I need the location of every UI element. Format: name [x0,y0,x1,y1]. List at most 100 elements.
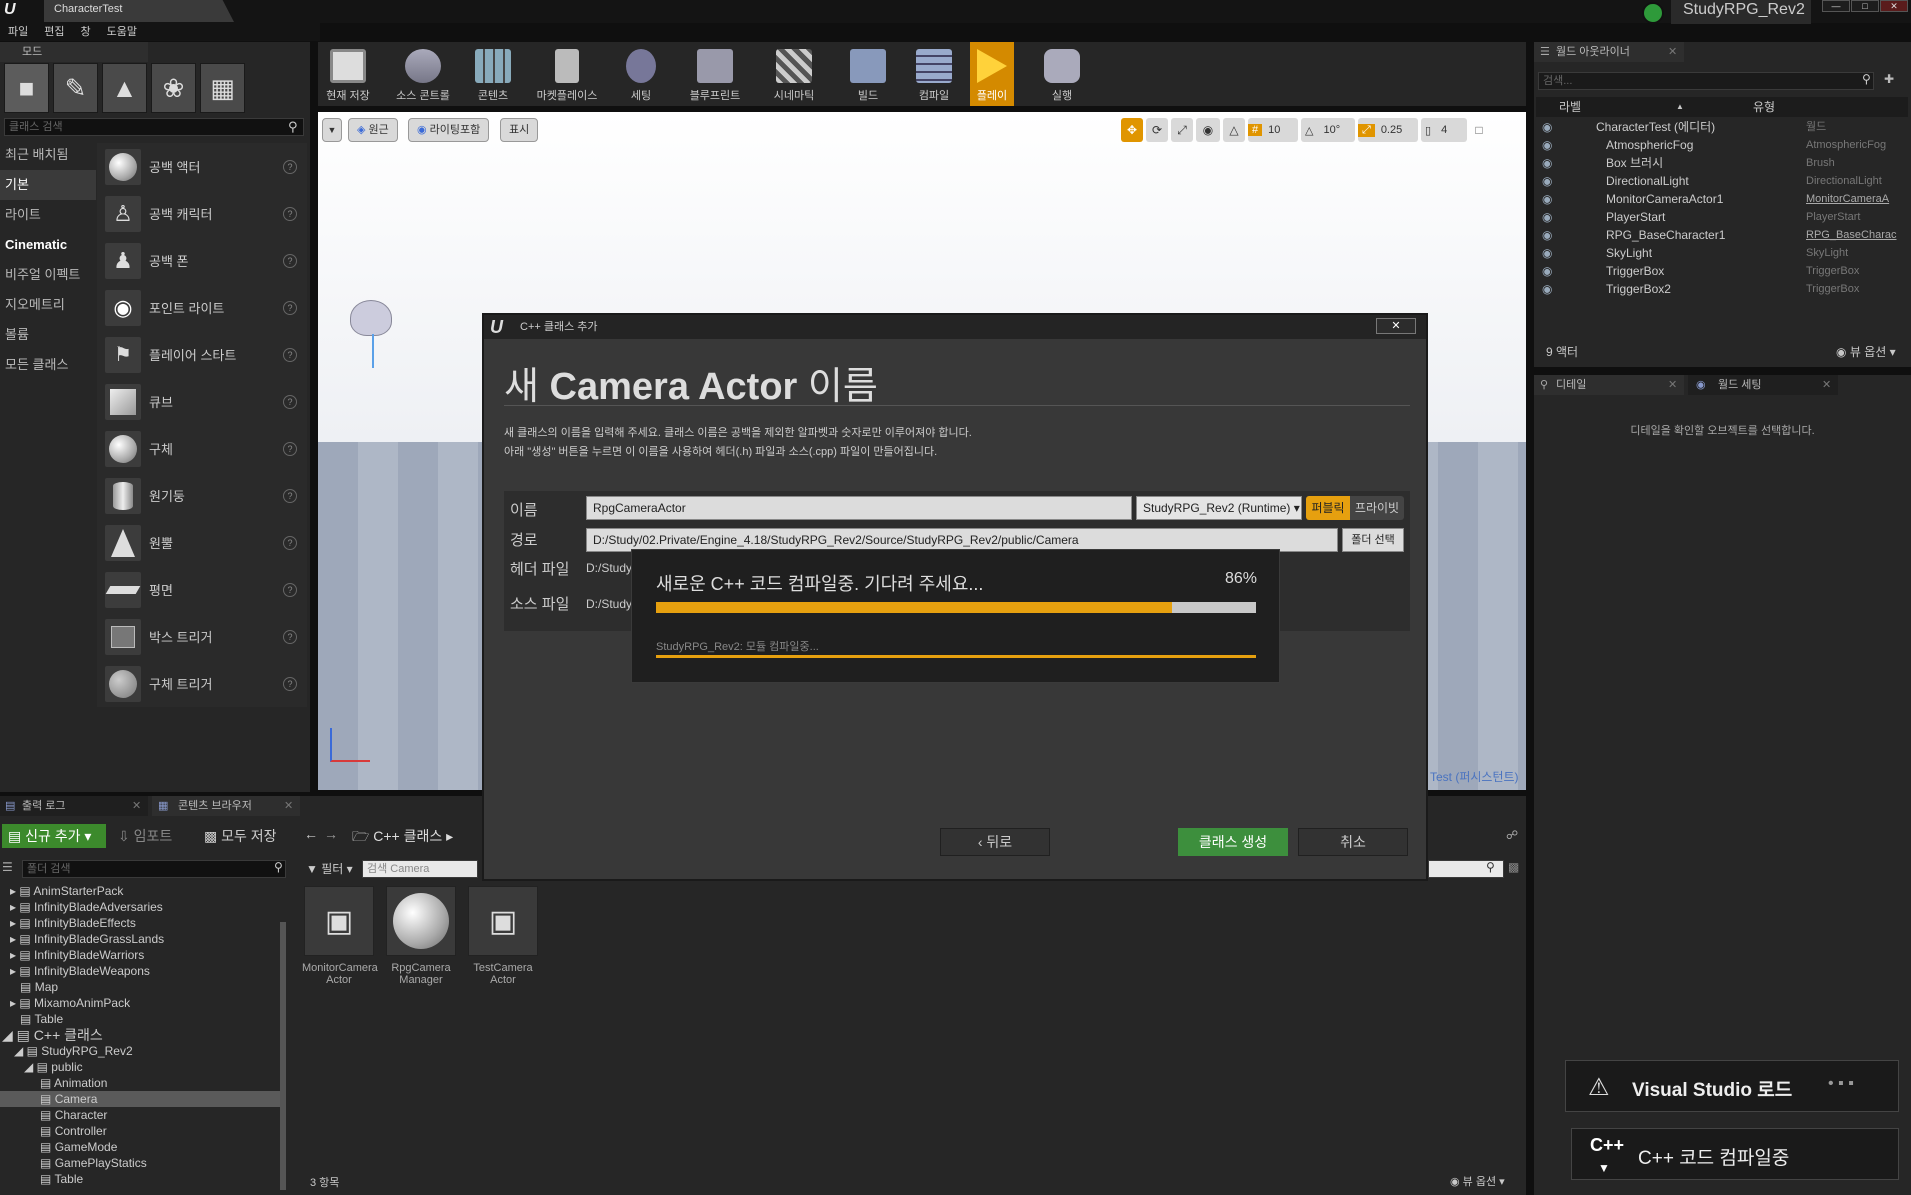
viewport-options-button[interactable]: ▼ [322,118,342,142]
help-icon[interactable]: ? [283,206,297,221]
save-all-button[interactable]: ▩ 모두 저장 [204,826,277,846]
world-settings-tab[interactable]: ◉ 월드 세팅 ✕ [1688,375,1838,395]
asset-testcamera[interactable]: ▣ TestCamera Actor [466,886,540,986]
level-tab[interactable]: CharacterTest [44,0,234,22]
save-search-icon[interactable]: ▩ [1508,860,1519,874]
tree-folder[interactable]: ▸ ▤ AnimStarterPack [10,883,280,899]
outliner-row-triggerbox[interactable]: ◉ TriggerBox TriggerBox [1536,262,1908,280]
visibility-eye-icon[interactable]: ◉ [1542,226,1552,244]
directional-light-icon[interactable] [350,300,392,336]
place-item-point-light[interactable]: ◉ 포인트 라이트? [97,284,307,331]
nav-forward-icon[interactable]: → [324,826,338,842]
lock-icon[interactable]: ☍ [1506,828,1518,842]
menu-edit[interactable]: 편집 [36,23,72,41]
column-type[interactable]: 유형 [1753,97,1775,117]
help-icon[interactable]: ? [283,159,297,174]
tree-folder[interactable]: ▤ Table [10,1011,280,1027]
visibility-eye-icon[interactable]: ◉ [1542,172,1552,190]
add-new-button[interactable]: ▤ 신규 추가 ▾ [2,824,106,848]
output-log-tab[interactable]: ▤ 출력 로그 ✕ [0,796,148,816]
help-icon[interactable]: ? [283,347,297,362]
nav-back-icon[interactable]: ← [304,826,318,842]
tree-folder-selected[interactable]: ▤ Camera [0,1091,280,1107]
tree-folder[interactable]: ▸ ▤ InfinityBladeEffects [10,915,280,931]
outliner-view-options[interactable]: ◉ 뷰 옵션 ▾ [1836,343,1896,360]
settings-button[interactable]: 세팅 [616,42,666,106]
surface-snap-icon[interactable]: △ [1223,118,1245,142]
tree-folder[interactable]: ▤ GameMode [10,1139,280,1155]
outliner-row-playerstart[interactable]: ◉ PlayerStart PlayerStart [1536,208,1908,226]
path-breadcrumb[interactable]: 🗁 C++ 클래스 ▸ [352,826,453,850]
launch-button[interactable]: 실행 [1032,42,1092,106]
class-name-input[interactable]: RpgCameraActor [586,496,1132,520]
modes-tab[interactable]: 모드 [0,42,148,62]
place-item-cone[interactable]: 원뿔? [97,519,307,566]
tree-folder[interactable]: ▤ Table [10,1171,280,1187]
compile-button[interactable]: 컴파일 [912,42,956,106]
help-icon[interactable]: ? [283,676,297,691]
outliner-row-directionallight[interactable]: ◉ DirectionalLight DirectionalLight [1536,172,1908,190]
tree-folder[interactable]: ▤ Controller [10,1123,280,1139]
outliner-row-rpg-basecharacter[interactable]: ◉ RPG_BaseCharacter1 RPG_BaseCharac [1536,226,1908,244]
visibility-eye-icon[interactable]: ◉ [1542,118,1552,136]
outliner-row-atmosphericfog[interactable]: ◉ AtmosphericFog AtmosphericFog [1536,136,1908,154]
close-window-button[interactable]: ✕ [1880,0,1908,12]
cancel-button[interactable]: 취소 [1298,828,1408,856]
lit-button[interactable]: ◉ 라이팅포함 [408,118,490,142]
close-tab-icon[interactable]: ✕ [132,796,141,816]
visibility-eye-icon[interactable]: ◉ [1542,190,1552,208]
visibility-eye-icon[interactable]: ◉ [1542,280,1552,298]
import-button[interactable]: ⇩ 임포트 [118,826,172,846]
close-tab-icon[interactable]: ✕ [1668,375,1677,395]
grid-snap-button[interactable]: #10 [1248,118,1298,142]
source-control-button[interactable]: 소스 콘트롤 [392,42,454,106]
class-search-input[interactable]: 클래스 검색 [4,118,304,136]
play-button[interactable]: 플레이 [970,42,1014,106]
save-current-button[interactable]: 현재 저장 [318,42,378,106]
outliner-row-world[interactable]: ◉ CharacterTest (에디터) 월드 [1536,118,1908,136]
menu-window[interactable]: 창 [73,23,99,41]
place-item-cylinder[interactable]: 원기둥? [97,472,307,519]
content-browser-tab[interactable]: ▦ 콘텐츠 브라우저 ✕ [152,796,300,816]
perspective-button[interactable]: ◈ 원근 [348,118,398,142]
asset-rpgcameramanager[interactable]: RpgCamera Manager [384,886,458,986]
asset-search-input[interactable]: 검색 Camera [362,860,478,878]
outliner-row-box-brush[interactable]: ◉ Box 브러시 Brush [1536,154,1908,172]
category-all-classes[interactable]: 모든 클래스 [0,350,96,380]
tree-scrollbar[interactable] [280,922,286,1190]
place-item-empty-character[interactable]: ♙ 공백 캐릭터? [97,190,307,237]
world-local-icon[interactable]: ◉ [1196,118,1220,142]
close-tab-icon[interactable]: ✕ [284,796,293,816]
outliner-search-input[interactable]: 검색... [1538,72,1874,90]
place-item-sphere[interactable]: 구체? [97,425,307,472]
camera-speed-button[interactable]: ▯ 4 [1421,118,1467,142]
blueprints-button[interactable]: 블루프린트 [680,42,750,106]
category-basic[interactable]: 기본 [0,170,96,200]
place-mode-icon[interactable]: ■ [4,63,49,113]
tree-folder[interactable]: ▸ ▤ MixamoAnimPack [10,995,280,1011]
tree-cpp-public[interactable]: ◢ ▤ public [10,1059,280,1075]
create-class-button[interactable]: 클래스 생성 [1178,828,1288,856]
tree-cpp-root[interactable]: ◢ ▤ C++ 클래스 [2,1027,280,1043]
tree-cpp-project[interactable]: ◢ ▤ StudyRPG_Rev2 [10,1043,280,1059]
help-icon[interactable]: ? [283,582,297,597]
category-volumes[interactable]: 볼륨 [0,320,96,350]
rotation-snap-button[interactable]: △ 10° [1301,118,1355,142]
content-button[interactable]: 콘텐츠 [468,42,518,106]
add-filter-icon[interactable]: ✚ [1884,72,1894,86]
tree-folder[interactable]: ▤ GamePlayStatics [10,1155,280,1171]
place-item-plane[interactable]: 평면? [97,566,307,613]
category-visual-effects[interactable]: 비주얼 이펙트 [0,260,96,290]
choose-folder-button[interactable]: 폴더 선택 [1342,528,1404,552]
collapse-sources-icon[interactable]: ☰ [2,860,13,874]
build-button[interactable]: 빌드 [838,42,898,106]
cinematics-button[interactable]: 시네마틱 [764,42,824,106]
help-icon[interactable]: ? [283,300,297,315]
landscape-mode-icon[interactable]: ▲ [102,63,147,113]
maximize-button[interactable]: □ [1851,0,1879,12]
rotate-tool-icon[interactable]: ⟳ [1146,118,1168,142]
minimize-button[interactable]: — [1822,0,1850,12]
details-tab[interactable]: ⚲ 디테일 ✕ [1534,375,1684,395]
folder-search-input[interactable]: 폴더 검색 [22,860,286,878]
help-icon[interactable]: ? [283,488,297,503]
